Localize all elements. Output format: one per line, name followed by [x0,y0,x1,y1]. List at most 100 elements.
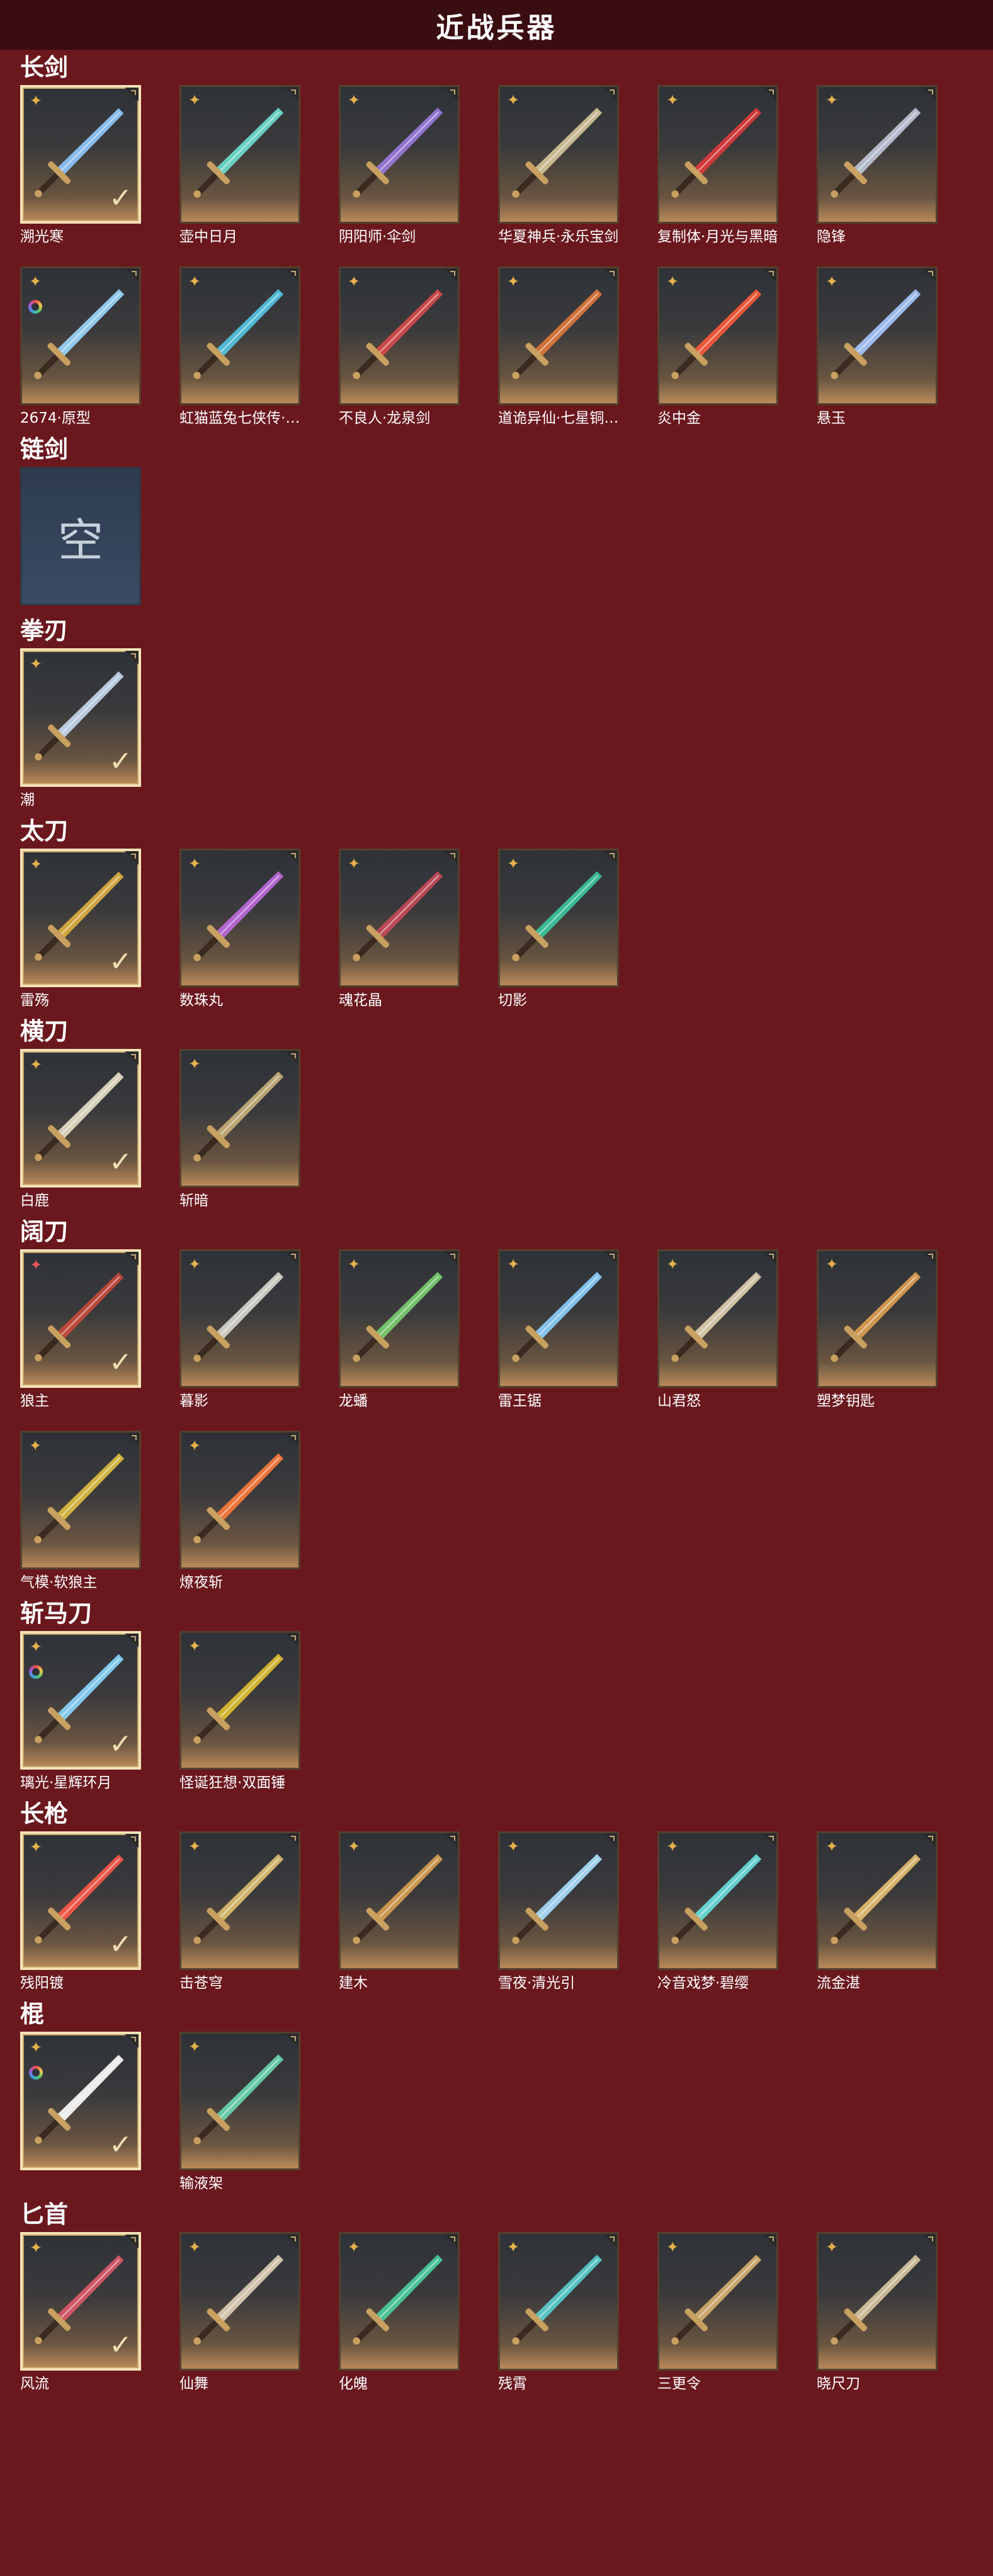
weapon-card[interactable]: ✦ [498,849,619,987]
weapon-card[interactable]: ✦ ✓ [20,1249,141,1388]
weapon-card[interactable]: ✦ [339,266,460,405]
weapon-item[interactable]: ✦ 暮影 [179,1249,300,1411]
weapon-card[interactable]: ✦ [20,266,141,405]
rarity-star-icon: ✦ [825,2238,839,2256]
weapon-item[interactable]: ✦ 冷音戏梦·碧缨 [657,1831,778,1993]
weapon-card[interactable]: ✦ [179,2232,300,2371]
weapon-item[interactable]: ✦ 阴阳师·伞剑 [339,85,460,246]
weapon-card[interactable]: ✦ [498,1249,619,1388]
weapon-item[interactable]: ✦ 山君怒 [657,1249,778,1411]
weapon-item[interactable]: ✦ ✓ 溯光寒 [20,85,141,246]
weapon-item[interactable]: ✦ 斩暗 [179,1049,300,1210]
weapon-card[interactable]: ✦ ✓ [20,85,141,224]
weapon-item[interactable]: ✦ 炎中金 [657,266,778,428]
weapon-card[interactable]: ✦ [498,1831,619,1970]
weapon-name: 山君怒 [657,1393,701,1409]
weapon-card[interactable]: ✦ [817,85,938,224]
weapon-list: 长剑 ✦ ✓ 溯光寒 ✦ 壶中日月 ✦ 阴阳师·伞剑 ✦ 华夏神兵·永乐宝剑 ✦ 复制体·月光与黑暗 ✦… [0,50,993,2393]
weapon-card[interactable]: ✦ [339,849,460,987]
weapon-card[interactable]: ✦ [657,85,778,224]
weapon-item[interactable]: ✦ ✓ 狼主 [20,1249,141,1411]
weapon-card[interactable]: ✦ [498,85,619,224]
weapon-item[interactable]: ✦ 2674·原型 [20,266,141,428]
weapon-card[interactable]: ✦ [817,266,938,405]
weapon-card[interactable]: ✦ [657,2232,778,2371]
weapon-item[interactable]: ✦ ✓ 璃光·星辉环月 [20,1631,141,1792]
weapon-item[interactable]: ✦ 龙蟠 [339,1249,460,1411]
weapon-card[interactable]: ✦ [498,266,619,405]
weapon-card[interactable]: ✦ [179,849,300,987]
weapon-card[interactable]: ✦ [817,1831,938,1970]
weapon-item[interactable]: ✦ 流金湛 [817,1831,938,1993]
weapon-card[interactable]: ✦ ✓ [20,2232,141,2371]
rarity-star-icon: ✦ [188,855,201,873]
weapon-card[interactable]: ✦ [179,1049,300,1188]
weapon-card[interactable]: ✦ ✓ [20,648,141,787]
weapon-item[interactable]: ✦ 雷王锯 [498,1249,619,1411]
weapon-item[interactable]: ✦ 气模·软狼主 [20,1431,141,1592]
weapon-card[interactable]: ✦ [817,2232,938,2371]
weapon-item[interactable]: ✦ 道诡异仙·七星铜钱剑 [498,266,619,428]
weapon-grid: ✦ ✓ 残阳镀 ✦ 击苍穹 ✦ 建木 ✦ 雪夜·清光引 ✦ 冷音戏梦·碧缨 ✦ 流金湛 [20,1831,990,1993]
weapon-item[interactable]: ✦ 晓尺刀 [817,2232,938,2393]
weapon-item[interactable]: ✦ 魂花晶 [339,849,460,1010]
weapon-card[interactable]: ✦ [657,1249,778,1388]
checkmark-icon: ✓ [109,1146,132,1178]
weapon-item[interactable]: ✦ ✓ 雷殇 [20,849,141,1010]
weapon-card[interactable]: ✦ [657,1831,778,1970]
weapon-item[interactable]: ✦ 怪诞狂想·双面锤 [179,1631,300,1792]
weapon-item[interactable]: ✦ ✓ 风流 [20,2232,141,2393]
weapon-card[interactable]: ✦ [339,1249,460,1388]
weapon-card[interactable]: ✦ [179,1249,300,1388]
weapon-item[interactable]: ✦ 悬玉 [817,266,938,428]
weapon-item[interactable]: ✦ 不良人·龙泉剑 [339,266,460,428]
weapon-item[interactable]: ✦ ✓ 潮 [20,648,141,810]
weapon-item[interactable]: ✦ 残霄 [498,2232,619,2393]
weapon-item[interactable]: ✦ 切影 [498,849,619,1010]
weapon-card[interactable]: ✦ [657,266,778,405]
weapon-item[interactable]: ✦ 仙舞 [179,2232,300,2393]
weapon-item[interactable]: ✦ 华夏神兵·永乐宝剑 [498,85,619,246]
weapon-card[interactable]: ✦ [179,1631,300,1770]
weapon-card[interactable]: ✦ [339,2232,460,2371]
corner-tab-icon [763,1251,776,1265]
weapon-item[interactable]: ✦ 复制体·月光与黑暗 [657,85,778,246]
weapon-item[interactable]: 空 [20,467,141,609]
weapon-item[interactable]: ✦ 隐锋 [817,85,938,246]
weapon-card[interactable]: ✦ ✓ [20,2032,141,2170]
weapon-item[interactable]: ✦ ✓ [20,2032,141,2193]
weapon-card[interactable]: ✦ ✓ [20,849,141,987]
weapon-item[interactable]: ✦ 虹猫蓝兔七侠传·冰魄剑 [179,266,300,428]
weapon-card[interactable]: ✦ [339,85,460,224]
weapon-card[interactable]: ✦ [179,1431,300,1569]
weapon-card[interactable]: ✦ [339,1831,460,1970]
weapon-card[interactable]: ✦ [179,1831,300,1970]
weapon-card[interactable]: ✦ [179,266,300,405]
weapon-card[interactable]: ✦ ✓ [20,1631,141,1770]
weapon-item[interactable]: ✦ 输液架 [179,2032,300,2193]
weapon-item[interactable]: ✦ 建木 [339,1831,460,1993]
weapon-item[interactable]: ✦ ✓ 白鹿 [20,1049,141,1210]
weapon-card[interactable]: ✦ ✓ [20,1831,141,1970]
section-title: 横刀 [20,1017,69,1045]
weapon-item[interactable]: ✦ 数珠丸 [179,849,300,1010]
weapon-card[interactable]: ✦ [179,2032,300,2170]
weapon-item[interactable]: ✦ 塑梦钥匙 [817,1249,938,1411]
weapon-item[interactable]: ✦ 击苍穹 [179,1831,300,1993]
weapon-card[interactable]: ✦ [817,1249,938,1388]
weapon-card[interactable]: ✦ [179,85,300,224]
weapon-card[interactable]: ✦ [20,1431,141,1569]
empty-slot[interactable]: 空 [20,467,141,605]
weapon-item[interactable]: ✦ ✓ 残阳镀 [20,1831,141,1993]
rarity-star-icon: ✦ [506,273,520,290]
weapon-item[interactable]: ✦ 雪夜·清光引 [498,1831,619,1993]
checkmark-icon: ✓ [109,182,132,214]
weapon-grid: 空 [20,467,990,609]
weapon-item[interactable]: ✦ 三更令 [657,2232,778,2393]
weapon-item[interactable]: ✦ 化魄 [339,2232,460,2393]
weapon-card[interactable]: ✦ [498,2232,619,2371]
rarity-star-icon: ✦ [28,273,42,290]
weapon-item[interactable]: ✦ 燎夜斩 [179,1431,300,1592]
weapon-card[interactable]: ✦ ✓ [20,1049,141,1188]
weapon-item[interactable]: ✦ 壶中日月 [179,85,300,246]
